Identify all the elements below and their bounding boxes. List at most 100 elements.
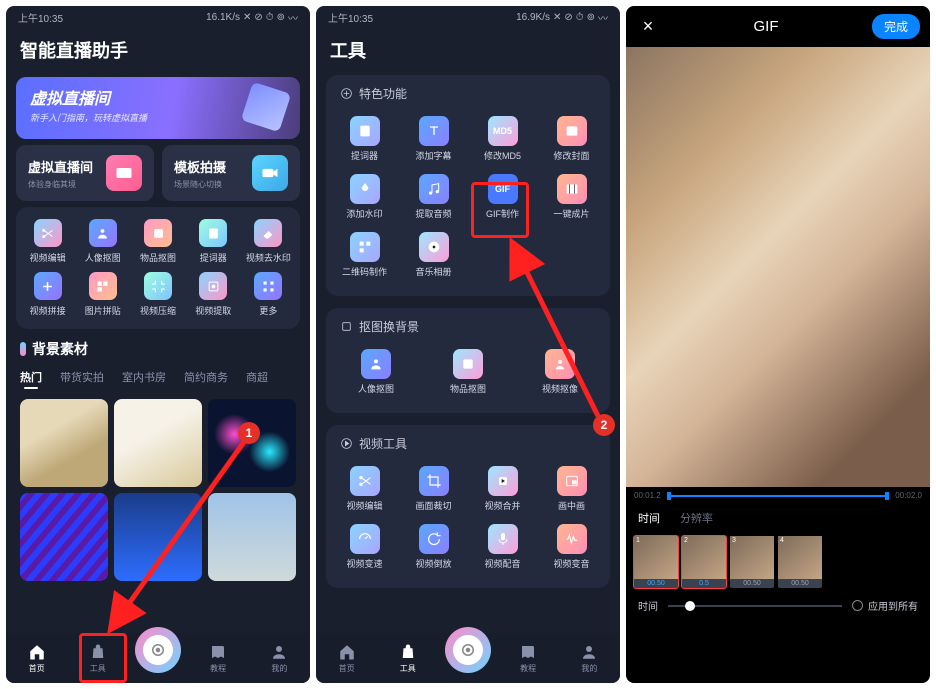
duration-slider[interactable] [668, 605, 842, 607]
bg-thumb[interactable] [20, 493, 108, 581]
crop-icon [419, 466, 449, 496]
video-edit-button[interactable]: 视频编辑 [20, 219, 75, 264]
timeline-track[interactable] [667, 495, 890, 497]
mic-icon [488, 524, 518, 554]
signal-icon: 〰 [288, 10, 298, 25]
nav-home[interactable]: 首页 [13, 643, 61, 674]
nav-home[interactable]: 首页 [323, 643, 371, 674]
tab-business[interactable]: 简约商务 [184, 369, 228, 389]
tab-mall[interactable]: 商超 [246, 369, 268, 389]
status-time: 上午10:35 [18, 10, 63, 25]
object-cutout-button[interactable]: 物品抠图 [130, 219, 185, 264]
remove-watermark-button[interactable]: 视频去水印 [241, 219, 296, 264]
extract-audio-button[interactable]: 提取音频 [399, 168, 468, 226]
nav-tutorial[interactable]: 教程 [194, 643, 242, 674]
editor-bottom-bar: 时间 应用到所有 [626, 592, 930, 619]
bottom-nav: 首页 工具 教程 我的 [6, 633, 310, 683]
nav-profile[interactable]: 我的 [565, 643, 613, 674]
step-badge-2: 2 [593, 414, 615, 436]
video-extract-button[interactable]: 视频提取 [186, 272, 241, 317]
virtual-room-banner[interactable]: 虚拟直播间 新手入门指南，玩转虚拟直播 [16, 77, 300, 139]
reverse-icon [419, 524, 449, 554]
music-album-button[interactable]: 音乐相册 [399, 226, 468, 284]
template-shoot-card[interactable]: 模板拍摄 场景随心切换 [162, 145, 300, 201]
add-watermark-button[interactable]: 添加水印 [330, 168, 399, 226]
frame-thumb[interactable]: 100.50 [634, 536, 678, 588]
object-cutout-button[interactable]: 物品抠图 [422, 343, 514, 401]
bg-thumb[interactable] [208, 493, 296, 581]
accent-bar [20, 342, 26, 356]
apply-all-toggle[interactable]: 应用到所有 [852, 598, 918, 613]
video-compress-button[interactable]: 视频压缩 [130, 272, 185, 317]
nav-tools[interactable]: 工具 [74, 643, 122, 674]
note-icon [350, 116, 380, 146]
crop-button[interactable]: 画面裁切 [399, 460, 468, 518]
clock-icon: ⏱ [266, 12, 274, 23]
bg-thumb[interactable] [20, 399, 108, 487]
nav-camera[interactable] [135, 627, 181, 673]
box-icon [453, 349, 483, 379]
modify-md5-button[interactable]: MD5修改MD5 [468, 110, 537, 168]
tab-realshot[interactable]: 带货实拍 [60, 369, 104, 389]
teleprompter-button[interactable]: 提词器 [186, 219, 241, 264]
done-button[interactable]: 完成 [872, 14, 920, 39]
tab-resolution[interactable]: 分辨率 [680, 510, 713, 526]
compress-icon [144, 272, 172, 300]
portrait-cutout-button[interactable]: 人像抠图 [330, 343, 422, 401]
frame-thumb[interactable]: 400.50 [778, 536, 822, 588]
droplet-icon [350, 174, 380, 204]
md5-icon: MD5 [488, 116, 518, 146]
eraser-icon [254, 219, 282, 247]
frame-thumb[interactable]: 300.50 [730, 536, 774, 588]
gif-maker-button[interactable]: GIFGIF制作 [468, 168, 537, 226]
dnd-icon: ⊘ [564, 12, 572, 23]
nav-camera[interactable] [445, 627, 491, 673]
qrcode-button[interactable]: 二维码制作 [330, 226, 399, 284]
scissors-icon [350, 466, 380, 496]
plus-icon [34, 272, 62, 300]
video-edit-button[interactable]: 视频编辑 [330, 460, 399, 518]
image-collage-button[interactable]: 图片拼贴 [75, 272, 130, 317]
voice-change-button[interactable]: 视频变音 [537, 518, 606, 576]
video-cutout-button[interactable]: 视频抠像 [514, 343, 606, 401]
wifi-icon: ⊚ [277, 12, 285, 23]
tab-study[interactable]: 室内书房 [122, 369, 166, 389]
text-icon [419, 116, 449, 146]
nav-tutorial[interactable]: 教程 [504, 643, 552, 674]
tab-hot[interactable]: 热门 [20, 369, 42, 389]
layers-icon [340, 320, 353, 333]
bg-thumb[interactable] [114, 493, 202, 581]
camera-icon [149, 641, 167, 659]
close-button[interactable]: × [636, 16, 660, 37]
add-subtitle-button[interactable]: 添加字幕 [399, 110, 468, 168]
alarm-icon: ✕ [553, 12, 561, 23]
virtual-room-card[interactable]: 虚拟直播间 体验身临其境 [16, 145, 154, 201]
more-button[interactable]: 更多 [241, 272, 296, 317]
film-icon [557, 174, 587, 204]
video-merge-button[interactable]: 视频合并 [468, 460, 537, 518]
video-reverse-button[interactable]: 视频倒放 [399, 518, 468, 576]
video-speed-button[interactable]: 视频变速 [330, 518, 399, 576]
video-dub-button[interactable]: 视频配音 [468, 518, 537, 576]
bg-thumb[interactable] [114, 399, 202, 487]
nav-tools[interactable]: 工具 [384, 643, 432, 674]
tab-time[interactable]: 时间 [638, 510, 660, 526]
preview-image [626, 47, 930, 487]
teleprompter-button[interactable]: 提词器 [330, 110, 399, 168]
book-icon [519, 643, 537, 661]
video-splice-button[interactable]: 视频拼接 [20, 272, 75, 317]
one-click-video-button[interactable]: 一键成片 [537, 168, 606, 226]
statusbar: 上午10:35 16.9K/s ✕ ⊘ ⏱ ⊚ 〰 [316, 6, 620, 29]
page-title: 工具 [316, 29, 620, 71]
frame-list: 100.50 20.5 300.50 400.50 [626, 532, 930, 592]
nav-profile[interactable]: 我的 [255, 643, 303, 674]
bg-tabs: 热门 带货实拍 室内书房 简约商务 商超 [20, 369, 296, 389]
frame-thumb[interactable]: 20.5 [682, 536, 726, 588]
modify-cover-button[interactable]: 修改封面 [537, 110, 606, 168]
portrait-cutout-button[interactable]: 人像抠图 [75, 219, 130, 264]
scissors-icon [34, 219, 62, 247]
pip-button[interactable]: 画中画 [537, 460, 606, 518]
timeline[interactable]: 00:01.2 00:02.0 [626, 487, 930, 504]
person-icon [89, 219, 117, 247]
speed-icon [350, 524, 380, 554]
